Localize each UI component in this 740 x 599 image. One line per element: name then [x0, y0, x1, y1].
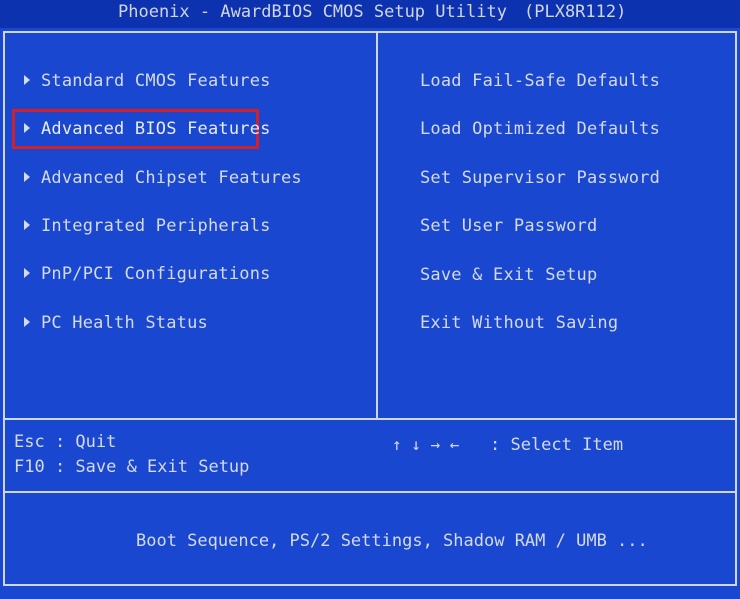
menu-item-exit-without-saving[interactable]: Exit Without Saving	[420, 312, 618, 334]
help-arrow-keys-icon: ↑ ↓ → ←	[392, 435, 460, 454]
menu-arrow-icon	[24, 172, 30, 182]
menu-item-advanced-bios-features[interactable]: Advanced BIOS Features	[41, 118, 271, 140]
frame-left-border	[3, 31, 5, 586]
item-description: Boot Sequence, PS/2 Settings, Shadow RAM…	[136, 531, 648, 551]
menu-item-pc-health-status[interactable]: PC Health Status	[41, 312, 208, 334]
title-bar: Phoenix - AwardBIOS CMOS Setup Utility (…	[0, 0, 740, 28]
menu-arrow-icon	[24, 75, 30, 85]
menu-item-save-exit-setup[interactable]: Save & Exit Setup	[420, 264, 597, 286]
menu-item-integrated-peripherals[interactable]: Integrated Peripherals	[41, 215, 271, 237]
menu-arrow-icon	[24, 220, 30, 230]
help-select-item: : Select Item	[490, 435, 624, 455]
frame-status-divider	[3, 491, 737, 493]
app-title: Phoenix - AwardBIOS CMOS Setup Utility	[118, 2, 507, 22]
bios-screen: Phoenix - AwardBIOS CMOS Setup Utility (…	[0, 0, 740, 599]
help-esc-quit: Esc : Quit	[14, 432, 117, 452]
frame-center-divider	[376, 31, 378, 420]
menu-item-load-fail-safe-defaults[interactable]: Load Fail-Safe Defaults	[420, 70, 660, 92]
help-f10-save-exit: F10 : Save & Exit Setup	[14, 457, 250, 477]
bios-version: (PLX8R112)	[524, 2, 627, 22]
menu-item-standard-cmos-features[interactable]: Standard CMOS Features	[41, 70, 271, 92]
menu-arrow-icon	[24, 123, 30, 133]
menu-item-advanced-chipset-features[interactable]: Advanced Chipset Features	[41, 167, 302, 189]
menu-item-set-user-password[interactable]: Set User Password	[420, 215, 597, 237]
menu-arrow-icon	[24, 317, 30, 327]
frame-bottom-border	[3, 584, 737, 586]
frame-help-divider	[3, 418, 737, 420]
menu-arrow-icon	[24, 268, 30, 278]
frame-top-border	[3, 31, 737, 33]
frame-right-border	[735, 31, 737, 586]
menu-item-load-optimized-defaults[interactable]: Load Optimized Defaults	[420, 118, 660, 140]
menu-item-pnp-pci-configurations[interactable]: PnP/PCI Configurations	[41, 263, 271, 285]
menu-item-set-supervisor-password[interactable]: Set Supervisor Password	[420, 167, 660, 189]
